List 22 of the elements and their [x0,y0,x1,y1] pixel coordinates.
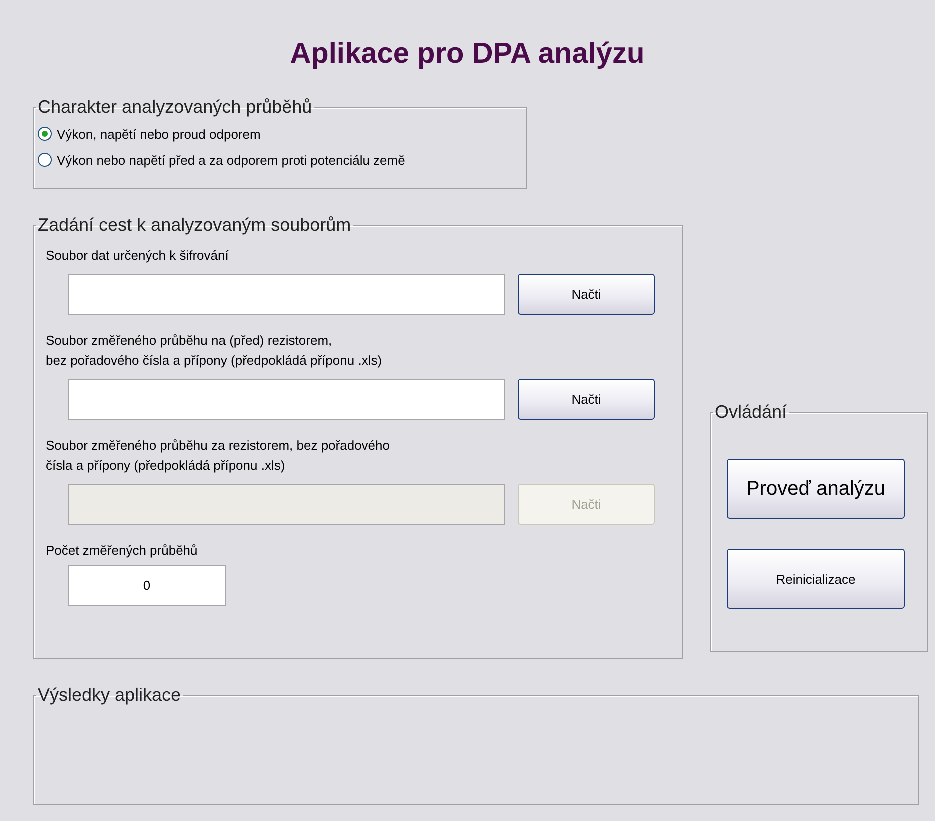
group-legend: Charakter analyzovaných průběhů [36,97,314,118]
radio-icon[interactable] [38,153,52,167]
control-button[interactable]: Proveď analýzu [727,459,905,519]
group-legend: Zadání cest k analyzovaným souborům [36,215,354,236]
radio-option[interactable]: Výkon, napětí nebo proud odporem [38,124,526,144]
control-button[interactable]: Reinicializace [727,549,905,609]
app-title: Aplikace pro DPA analýzu [290,38,645,71]
path-input-field[interactable] [68,379,505,420]
radio-icon[interactable] [38,127,52,141]
path-input-field[interactable] [68,274,505,315]
field-label: Soubor změřeného průběhu za rezistorem, bez pořadového čísla a přípony (předpokládá příponu .xls) [46,437,391,475]
count-input-field[interactable]: 0 [68,565,226,606]
radio-label: Výkon, napětí nebo proud odporem [57,126,261,142]
radio-option[interactable]: Výkon nebo napětí před a za odporem proti potenciálu země [38,150,526,170]
radio-label: Výkon nebo napětí před a za odporem proti potenciálu země [57,152,406,168]
field-label: Soubor dat určených k šifrování [46,247,230,265]
group-legend: Ovládání [713,402,790,423]
load-button[interactable]: Načti [518,379,655,420]
load-button[interactable]: Načti [518,274,655,315]
field-label: Počet změřených průběhů [46,542,199,560]
field-label: Soubor změřeného průběhu na (před) rezistorem, bez pořadového čísla a přípony (předpokládá příponu .xls) [46,332,384,370]
group-legend: Výsledky aplikace [36,685,184,706]
